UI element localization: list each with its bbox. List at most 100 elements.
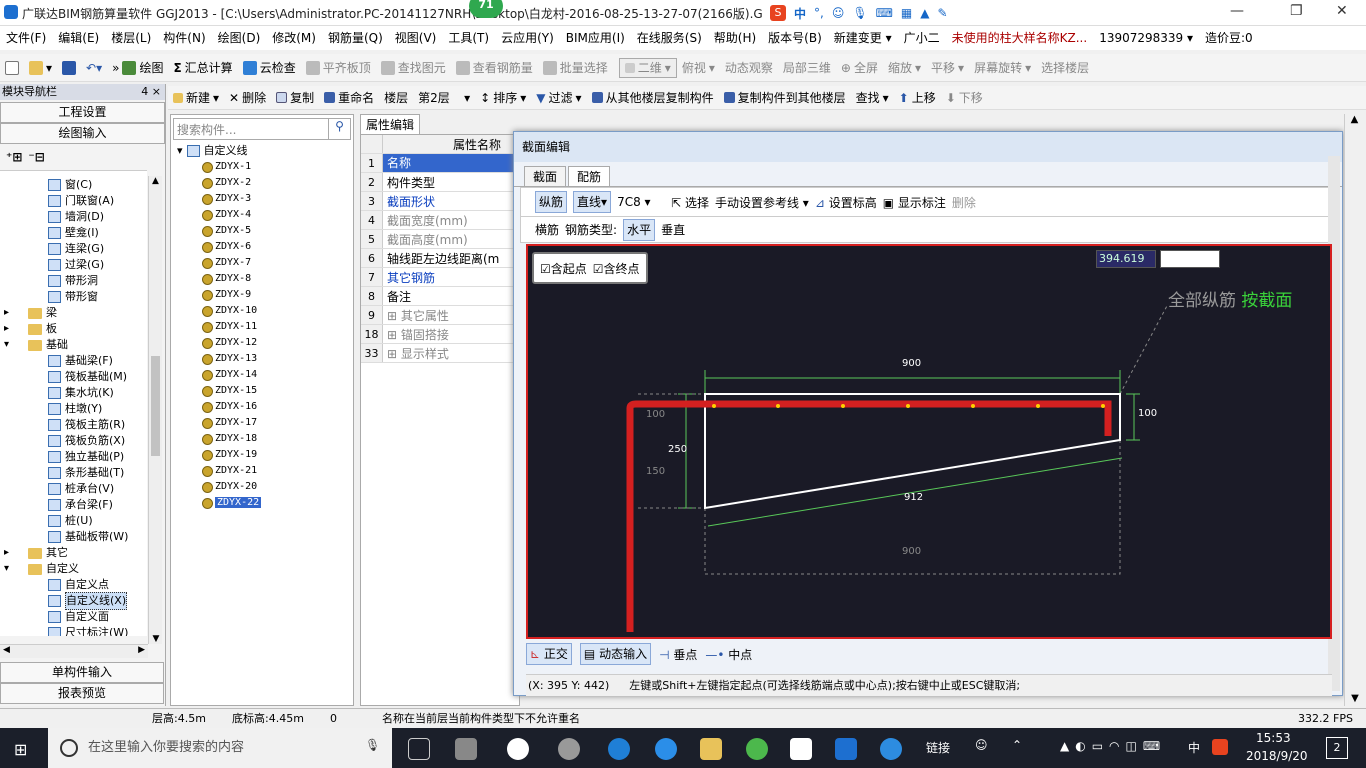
ie-icon[interactable] [507, 738, 529, 760]
emoji-icon[interactable]: ☺ [832, 6, 845, 20]
property-row[interactable]: 2 构件类型 [361, 173, 519, 192]
select-button[interactable]: ⇱ 选择 [671, 194, 709, 211]
component-item[interactable]: ZDYX-22 [171, 495, 353, 511]
main-vscroll[interactable]: ▲ ▼ [1344, 114, 1364, 706]
local-3d-button[interactable]: 局部三维 [778, 55, 836, 81]
property-row[interactable]: 7 其它钢筋 [361, 268, 519, 287]
ie-blue-icon[interactable] [655, 738, 677, 760]
property-row[interactable]: 6 轴线距左边线距离(m [361, 249, 519, 268]
straight-line-button[interactable]: 直线▾ [573, 191, 612, 213]
nav-tree-item[interactable]: 筏板负筋(X) [0, 433, 147, 449]
mic-icon[interactable]: 🎙 [365, 738, 380, 752]
ime-indicator[interactable]: 中 [1188, 739, 1200, 756]
task-view-icon[interactable] [408, 738, 430, 760]
clock-date[interactable]: 2018/9/20 [1246, 749, 1308, 763]
component-item[interactable]: ZDYX-14 [171, 367, 353, 383]
nav-tree-item[interactable]: 自定义面 [0, 609, 147, 625]
ortho-button[interactable]: ⊾ 正交 [526, 643, 572, 665]
component-item[interactable]: ZDYX-8 [171, 271, 353, 287]
nav-tree-item[interactable]: 尺寸标注(W) [0, 625, 147, 636]
transverse-rebar-button[interactable]: 横筋 [535, 221, 559, 238]
horizontal-button[interactable]: 水平 [623, 218, 656, 241]
expand-arrow-icon[interactable]: ▾ [4, 337, 18, 353]
nav-tree-item[interactable]: 独立基础(P) [0, 449, 147, 465]
nav-tree-item[interactable]: 自定义点 [0, 577, 147, 593]
component-item[interactable]: ZDYX-6 [171, 239, 353, 255]
fullscreen-button[interactable]: ⊕ 全屏 [836, 55, 883, 81]
restore-icon[interactable]: ❐ [1290, 3, 1303, 19]
property-tab[interactable]: 属性编辑 [360, 114, 420, 134]
floor-select[interactable]: 第2层 ▾ [413, 85, 475, 111]
notification-badge[interactable]: 71 [469, 0, 503, 18]
expand-arrow-icon[interactable]: ▸ [4, 305, 18, 321]
filter-button[interactable]: ▼ 过滤 ▾ [531, 85, 586, 111]
component-item[interactable]: ZDYX-12 [171, 335, 353, 351]
nav-scrollbar[interactable]: ▲ ▼ [148, 176, 162, 644]
sogou-tray-icon[interactable] [1212, 739, 1228, 755]
minimize-icon[interactable]: — [1230, 3, 1244, 19]
nav-tree-item[interactable]: 基础梁(F) [0, 353, 147, 369]
property-row[interactable]: 9 ⊞ 其它属性 [361, 306, 519, 325]
punct-icon[interactable]: °, [814, 6, 824, 20]
cloud-check-button[interactable]: 云检查 [238, 55, 301, 81]
component-item[interactable]: ZDYX-17 [171, 415, 353, 431]
view-mode-select[interactable]: 二维 ▾ [618, 57, 677, 78]
property-row[interactable]: 4 截面宽度(mm) [361, 211, 519, 230]
move-up-button[interactable]: ⬆ 上移 [894, 85, 941, 111]
ref-line-button[interactable]: 手动设置参考线 ▾ [715, 194, 809, 211]
edge-icon[interactable] [608, 738, 630, 760]
open-file-icon[interactable]: ▾ [24, 55, 57, 81]
windows-start-icon[interactable]: ⊞ [14, 740, 27, 759]
sogou-ime-bar[interactable]: S 中 °, ☺ 🎙 ⌨ ▦ ▲ ✎ [770, 3, 970, 23]
grid-icon[interactable]: ▦ [901, 6, 912, 20]
menu-item[interactable]: 修改(M) [266, 26, 322, 50]
nav-tree-item[interactable]: 带形窗 [0, 289, 147, 305]
calc-button[interactable]: Σ 汇总计算 [168, 55, 237, 81]
copy-button[interactable]: 复制 [271, 85, 319, 111]
component-item[interactable]: ZDYX-4 [171, 207, 353, 223]
copy-from-floor-button[interactable]: 从其他楼层复制构件 [587, 85, 719, 111]
rebar-spec-select[interactable]: 7C8 ▾ [617, 195, 665, 209]
pan-button[interactable]: 平移 ▾ [926, 55, 969, 81]
report-preview-button[interactable]: 报表预览 [0, 683, 164, 704]
component-item[interactable]: ZDYX-9 [171, 287, 353, 303]
nav-tree-item[interactable]: 壁龛(I) [0, 225, 147, 241]
expand-arrow-icon[interactable]: ▸ [4, 321, 18, 337]
view-steel-button[interactable]: 查看钢筋量 [451, 55, 538, 81]
scroll-down-icon[interactable]: ▼ [149, 634, 163, 644]
component-item[interactable]: ZDYX-15 [171, 383, 353, 399]
menu-item[interactable]: 在线服务(S) [631, 26, 708, 50]
save-icon[interactable] [57, 55, 81, 81]
find-element-button[interactable]: 查找图元 [376, 55, 451, 81]
collapse-arrow-icon[interactable]: ▾ [177, 143, 183, 159]
file-explorer-icon[interactable] [700, 738, 722, 760]
nav-tree-item[interactable]: 筏板基础(M) [0, 369, 147, 385]
nav-tree-item[interactable]: 墙洞(D) [0, 209, 147, 225]
copy-to-floor-button[interactable]: 复制构件到其他楼层 [719, 85, 851, 111]
nav-tree-item[interactable]: 条形基础(T) [0, 465, 147, 481]
nav-tree-item[interactable]: ▾ 基础 [0, 337, 147, 353]
component-item[interactable]: ZDYX-7 [171, 255, 353, 271]
notification-icon[interactable]: 2 [1326, 737, 1348, 759]
menu-item[interactable]: 工具(T) [442, 26, 495, 50]
mic-icon[interactable]: 🎙 [852, 6, 867, 20]
nav-tree-item[interactable]: ▸ 板 [0, 321, 147, 337]
nav-tree-item[interactable]: ▸ 梁 [0, 305, 147, 321]
midpoint-snap-button[interactable]: —• 中点 [705, 646, 752, 663]
vertical-button[interactable]: 垂直 [661, 221, 685, 238]
close-icon[interactable]: ✕ [1336, 3, 1348, 19]
component-item[interactable]: ZDYX-5 [171, 223, 353, 239]
ime-mode[interactable]: 中 [794, 5, 806, 22]
clock-time[interactable]: 15:53 [1256, 731, 1291, 745]
collapse-all-icon[interactable]: ⁻⊟ [28, 150, 44, 164]
tab-rebar[interactable]: 配筋 [568, 166, 611, 186]
rename-button[interactable]: 重命名 [319, 85, 379, 111]
mail-icon[interactable] [790, 738, 812, 760]
search-icon[interactable]: ⚲ [328, 119, 350, 139]
component-item[interactable]: ZDYX-19 [171, 447, 353, 463]
scroll-up-icon[interactable]: ▲ [149, 176, 162, 186]
tray-icons[interactable]: ▲◐▭◠◫⌨ [1060, 739, 1166, 753]
nav-tree-item[interactable]: 基础板带(W) [0, 529, 147, 545]
nav-tree-item[interactable]: 筏板主筋(R) [0, 417, 147, 433]
glodon-app-icon[interactable] [835, 738, 857, 760]
